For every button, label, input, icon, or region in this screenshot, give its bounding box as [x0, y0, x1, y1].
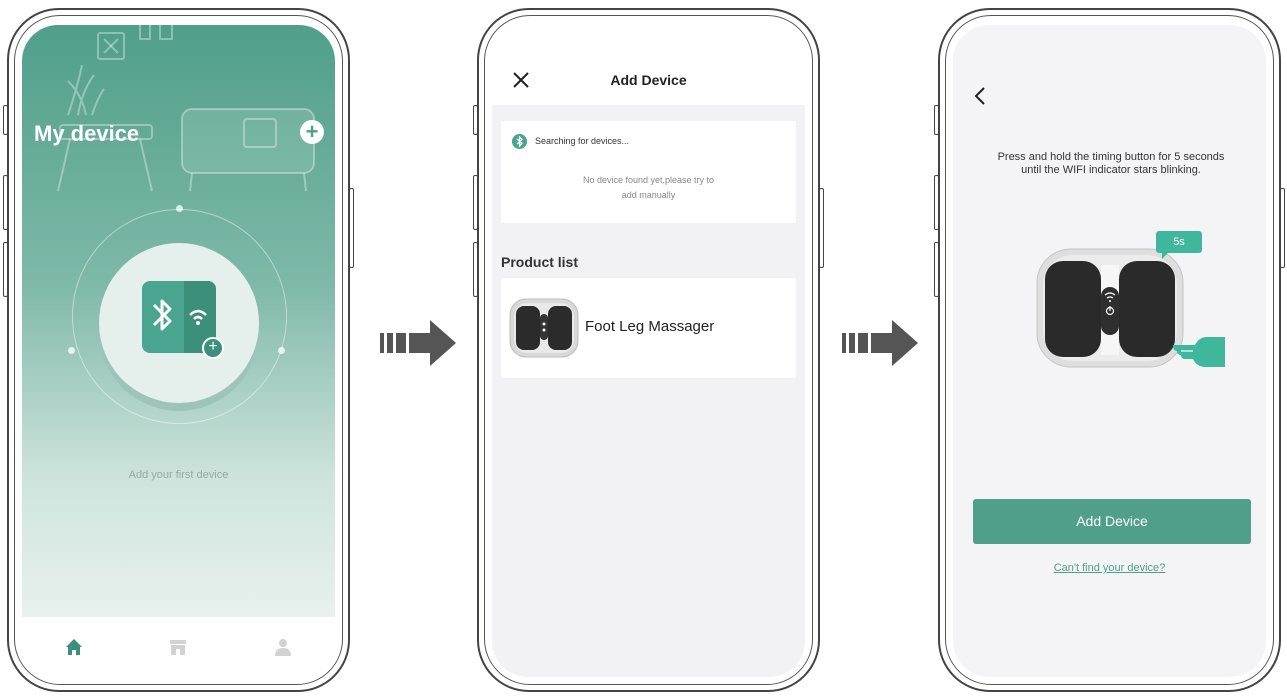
- phone-frame-pairing: Press and hold the timing button for 5 s…: [934, 8, 1285, 692]
- ring-dot: [68, 347, 75, 354]
- cant-find-device-link[interactable]: Can't find your device?: [953, 562, 1266, 574]
- wifi-icon: [189, 309, 207, 325]
- search-status-card: Searching for devices... No device found…: [501, 121, 796, 223]
- pairing-instructions-screen: Press and hold the timing button for 5 s…: [953, 25, 1266, 677]
- product-list-item[interactable]: Foot Leg Massager: [501, 278, 796, 378]
- phone-frame-my-device: My device + + Add your first device: [3, 8, 354, 692]
- bluetooth-icon: [512, 134, 527, 149]
- add-device-button[interactable]: Add Device: [973, 499, 1251, 544]
- bluetooth-icon: [152, 299, 172, 331]
- side-button: [934, 242, 939, 297]
- tab-profile[interactable]: [263, 632, 303, 662]
- page-title: Add Device: [610, 72, 687, 88]
- back-chevron-icon[interactable]: [973, 85, 987, 107]
- empty-state-hint: Add your first device: [128, 469, 229, 481]
- add-circle-icon: +: [202, 337, 224, 359]
- pointing-hand-icon: [1173, 337, 1225, 367]
- no-device-line: No device found yet,please try to: [582, 175, 715, 185]
- side-button: [473, 105, 478, 135]
- no-device-message: No device found yet,please try to add ma…: [541, 173, 756, 203]
- side-button: [3, 175, 8, 230]
- store-icon: [170, 640, 187, 655]
- add-device-screen: Add Device Searching for devices... No d…: [492, 25, 805, 677]
- side-button: [473, 175, 478, 230]
- side-button: [819, 188, 824, 268]
- page-title: My device: [34, 121, 140, 146]
- side-button: [349, 188, 354, 268]
- tab-store[interactable]: [158, 632, 198, 662]
- side-button: [1280, 188, 1285, 268]
- user-icon: [274, 639, 291, 656]
- pairing-instruction: Press and hold the timing button for 5 s…: [975, 151, 1247, 177]
- side-button: [934, 105, 939, 135]
- side-button: [3, 242, 8, 297]
- bottom-tab-bar: [22, 617, 335, 677]
- product-name: Foot Leg Massager: [585, 318, 715, 335]
- side-button: [3, 105, 8, 135]
- foot-massager-thumbnail: [509, 298, 579, 358]
- add-device-button[interactable]: +: [300, 120, 324, 144]
- section-title: Product list: [501, 254, 579, 270]
- side-button: [473, 242, 478, 297]
- home-icon: [66, 639, 83, 655]
- ring-dot: [176, 205, 183, 212]
- phone-frame-add-device: Add Device Searching for devices... No d…: [473, 8, 824, 692]
- searching-status: Searching for devices...: [535, 136, 630, 146]
- room-illustration: [57, 25, 315, 192]
- my-device-screen: My device + + Add your first device: [22, 25, 335, 677]
- side-button: [934, 175, 939, 230]
- bluetooth-device-card[interactable]: +: [142, 281, 224, 359]
- no-device-line: add manually: [621, 190, 676, 200]
- flow-arrow-icon: [842, 320, 918, 366]
- tab-home[interactable]: [54, 632, 94, 662]
- flow-arrow-icon: [380, 320, 456, 366]
- instruction-line: Press and hold the timing button for 5 s…: [997, 151, 1225, 163]
- ring-dot: [278, 347, 285, 354]
- header: Add Device: [492, 25, 805, 105]
- timer-badge: 5s: [1156, 231, 1202, 259]
- instruction-line: until the WIFI indicator stars blinking.: [1021, 164, 1201, 176]
